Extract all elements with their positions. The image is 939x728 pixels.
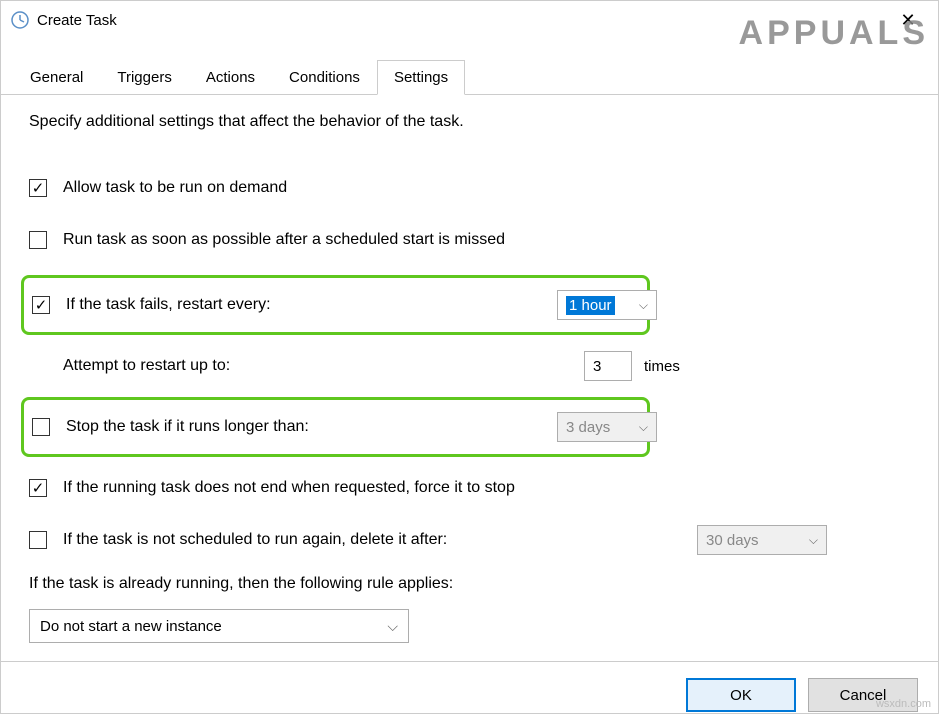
tab-bar: General Triggers Actions Conditions Sett… (1, 59, 938, 95)
ok-button[interactable]: OK (686, 678, 796, 712)
rule-dropdown[interactable]: Do not start a new instance (29, 609, 409, 643)
task-scheduler-icon (11, 11, 29, 29)
stop-longer-dropdown[interactable]: 3 days (557, 412, 657, 442)
delete-after-value: 30 days (706, 532, 759, 549)
delete-after-dropdown[interactable]: 30 days (697, 525, 827, 555)
create-task-window: Create Task ✕ APPUALS General Triggers A… (0, 0, 939, 714)
restart-row: If the task fails, restart every: 1 hour (32, 288, 639, 322)
attempt-count-input[interactable] (584, 351, 632, 381)
watermark-logo: APPUALS (739, 14, 929, 53)
watermark-url: wsxdn.com (876, 698, 931, 710)
restart-checkbox[interactable] (32, 296, 50, 314)
attempt-label: Attempt to restart up to: (63, 357, 910, 375)
settings-description: Specify additional settings that affect … (29, 113, 910, 131)
restart-interval-dropdown[interactable]: 1 hour (557, 290, 657, 320)
stop-longer-label: Stop the task if it runs longer than: (66, 418, 639, 436)
stop-longer-value: 3 days (566, 419, 610, 436)
allow-demand-label: Allow task to be run on demand (63, 179, 910, 197)
tab-actions[interactable]: Actions (189, 60, 272, 95)
tab-general[interactable]: General (13, 60, 100, 95)
delete-after-checkbox[interactable] (29, 531, 47, 549)
tab-settings[interactable]: Settings (377, 60, 465, 95)
delete-after-row: If the task is not scheduled to run agai… (29, 523, 910, 557)
force-stop-checkbox[interactable] (29, 479, 47, 497)
tab-triggers[interactable]: Triggers (100, 60, 188, 95)
run-asap-label: Run task as soon as possible after a sch… (63, 231, 910, 249)
allow-demand-checkbox[interactable] (29, 179, 47, 197)
allow-demand-row: Allow task to be run on demand (29, 171, 910, 205)
settings-panel: Specify additional settings that affect … (1, 95, 938, 661)
attempt-row: Attempt to restart up to: times (63, 349, 910, 383)
stop-longer-checkbox[interactable] (32, 418, 50, 436)
button-bar: OK Cancel (1, 661, 938, 728)
tab-conditions[interactable]: Conditions (272, 60, 377, 95)
force-stop-label: If the running task does not end when re… (63, 479, 910, 497)
force-stop-row: If the running task does not end when re… (29, 471, 910, 505)
attempt-suffix: times (644, 358, 680, 375)
restart-label: If the task fails, restart every: (66, 296, 639, 314)
stop-longer-row: Stop the task if it runs longer than: 3 … (32, 410, 639, 444)
stop-longer-highlight: Stop the task if it runs longer than: 3 … (21, 397, 650, 457)
rule-label: If the task is already running, then the… (29, 575, 910, 593)
restart-interval-value: 1 hour (566, 296, 615, 315)
run-asap-checkbox[interactable] (29, 231, 47, 249)
restart-highlight: If the task fails, restart every: 1 hour (21, 275, 650, 335)
run-asap-row: Run task as soon as possible after a sch… (29, 223, 910, 257)
rule-value: Do not start a new instance (40, 618, 222, 635)
